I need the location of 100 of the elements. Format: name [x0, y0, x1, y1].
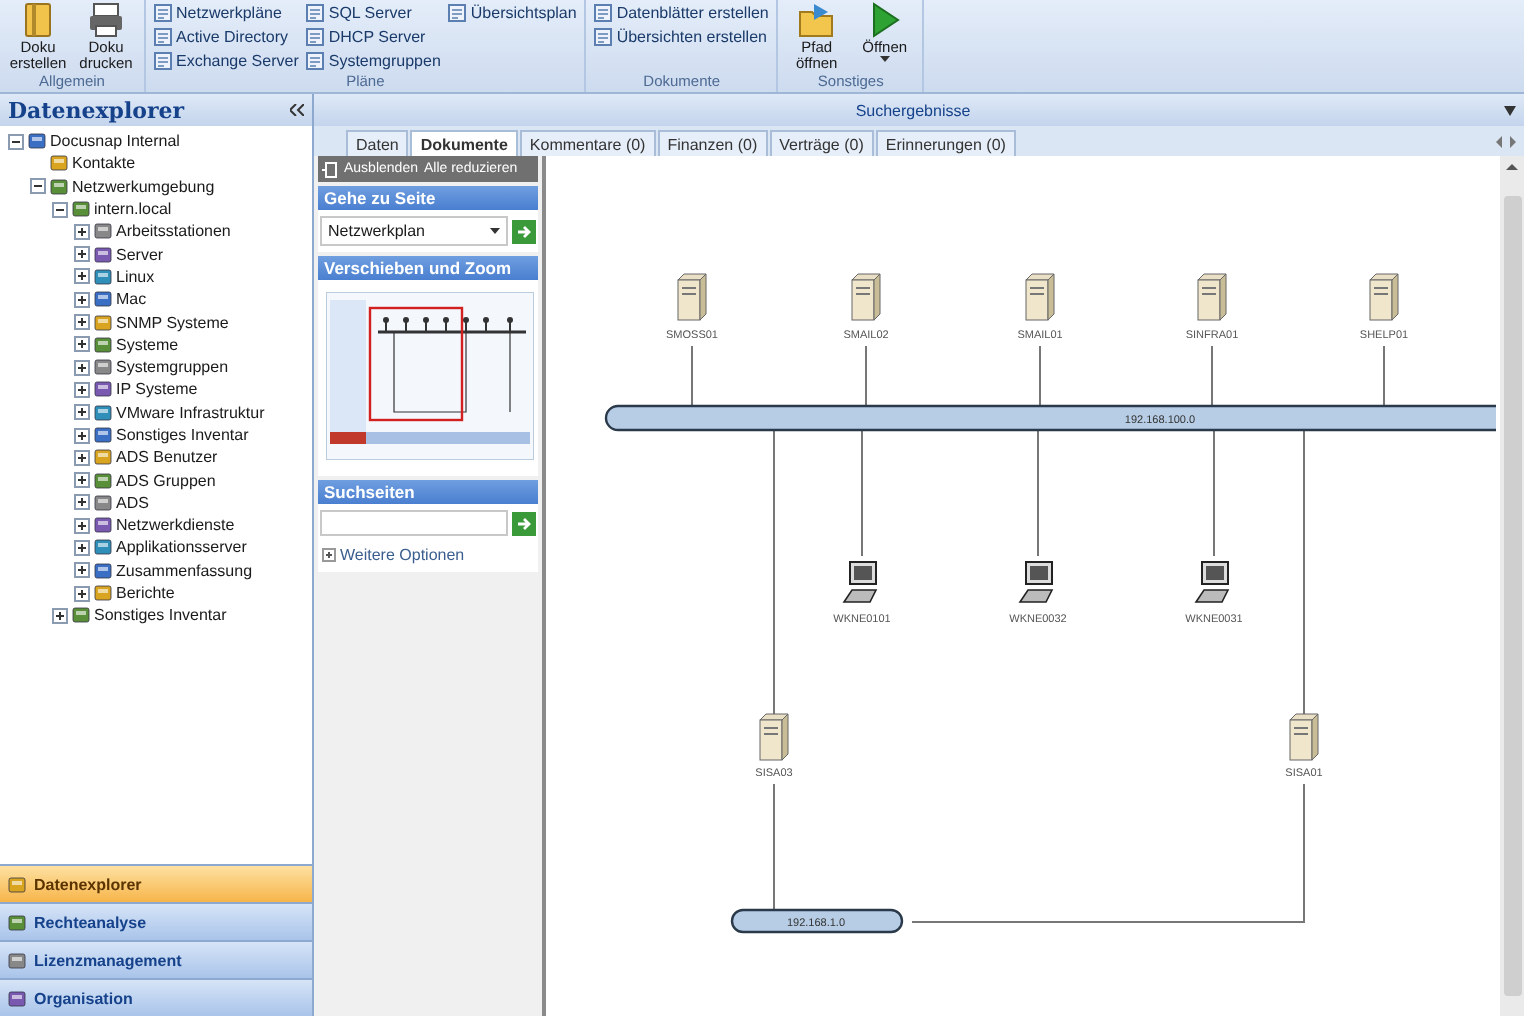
expand-icon[interactable]	[74, 314, 90, 331]
computer-icon	[842, 561, 878, 603]
tree-node-icon	[50, 154, 68, 173]
tree-item[interactable]: Berichte	[116, 584, 175, 603]
expand-icon[interactable]	[74, 472, 90, 489]
tree-node-icon	[94, 335, 112, 354]
tree-item[interactable]: VMware Infrastruktur	[116, 403, 265, 422]
server-icon	[1197, 273, 1227, 321]
expand-icon[interactable]	[74, 268, 90, 285]
ribbon-button[interactable]: Übersichten erstellen	[594, 24, 769, 48]
expand-icon[interactable]	[74, 246, 90, 263]
tree-item[interactable]: Netzwerkumgebung	[72, 177, 215, 196]
go-button[interactable]	[512, 219, 536, 243]
tree-item[interactable]: Netzwerkdienste	[116, 516, 235, 535]
ribbon-button[interactable]: Systemgruppen	[306, 48, 441, 72]
tree-node-icon	[72, 606, 90, 625]
arrow-icon	[516, 223, 532, 239]
tree-item[interactable]: IP Systeme	[116, 380, 198, 399]
ribbon-button[interactable]: Active Directory	[154, 24, 299, 48]
collapse-icon[interactable]	[52, 201, 68, 218]
nav-icon	[8, 951, 26, 969]
expand-icon[interactable]	[52, 607, 68, 624]
nav-button[interactable]: Rechteanalyse	[0, 902, 312, 940]
ribbon-button[interactable]: Übersichtsplan	[448, 0, 577, 24]
tree-item[interactable]: Sonstiges Inventar	[116, 426, 249, 444]
diagram-thumbnail-drawing[interactable]	[326, 292, 534, 460]
tree-item[interactable]: Kontakte	[72, 154, 136, 173]
collapse-icon[interactable]	[30, 178, 46, 195]
expand-icon[interactable]	[74, 359, 90, 376]
panel-title: Suchergebnisse	[853, 101, 973, 119]
connector-line	[1383, 345, 1385, 407]
expand-icon[interactable]	[74, 585, 90, 602]
page-dropdown[interactable]: Netzwerkplan	[320, 216, 508, 246]
tree-item[interactable]: Applikationsserver	[116, 538, 247, 557]
tree-item[interactable]: ADS Gruppen	[116, 471, 216, 490]
page-icon	[594, 27, 613, 45]
tree-node-icon	[94, 358, 112, 377]
nav-button[interactable]: Organisation	[0, 978, 312, 1016]
expand-icon[interactable]	[74, 517, 90, 534]
nav-icon	[8, 913, 26, 931]
tab[interactable]: Finanzen (0)	[657, 130, 768, 156]
page-icon	[448, 3, 467, 21]
tab[interactable]: Dokumente	[410, 130, 518, 156]
scroll-arrows-icon[interactable]	[1496, 136, 1516, 148]
expand-icon[interactable]	[74, 291, 90, 308]
expand-icon[interactable]	[74, 381, 90, 398]
tab[interactable]: Erinnerungen (0)	[875, 130, 1016, 156]
ribbon-button[interactable]: Exchange Server	[154, 48, 299, 72]
tree-item[interactable]: Docusnap Internal	[50, 132, 180, 151]
tab[interactable]: Daten	[346, 130, 409, 156]
expand-icon[interactable]	[74, 562, 90, 579]
tree-item[interactable]: ADS Benutzer	[116, 448, 218, 467]
server-icon	[1289, 713, 1319, 761]
tree-item[interactable]: Arbeitsstationen	[116, 222, 231, 241]
expand-icon[interactable]	[74, 404, 90, 421]
go-button[interactable]	[512, 511, 536, 535]
nav-button[interactable]: Lizenzmanagement	[0, 940, 312, 978]
tree-item[interactable]: Mac	[116, 290, 147, 309]
collapse-icon[interactable]	[8, 133, 24, 150]
tree-item[interactable]: Systeme	[116, 335, 179, 354]
nav-button[interactable]: Datenexplorer	[0, 864, 312, 902]
tree-item[interactable]: Zusammenfassung	[116, 561, 253, 580]
tree-item[interactable]: Sonstiges Inventar	[94, 606, 227, 625]
connector-line	[861, 429, 863, 557]
tree-node-icon	[72, 200, 90, 219]
expand-icon[interactable]	[74, 336, 90, 353]
nav-icon	[8, 875, 26, 893]
expand-icon[interactable]	[74, 223, 90, 240]
ribbon-button[interactable]: Netzwerkpläne	[154, 0, 299, 24]
expand-icon[interactable]	[74, 494, 90, 511]
caret-icon[interactable]	[490, 228, 500, 234]
connector-line	[691, 345, 693, 407]
expand-icon[interactable]	[74, 449, 90, 466]
tree-item[interactable]: SNMP Systeme	[116, 313, 229, 332]
ribbon-button[interactable]: SQL Server	[306, 0, 441, 24]
scrollbar[interactable]	[1500, 156, 1524, 1016]
expand-icon[interactable]	[74, 539, 90, 556]
ribbon-icon	[796, 0, 837, 40]
tab[interactable]: Verträge (0)	[769, 130, 874, 156]
page-icon	[154, 27, 172, 45]
more-options-link[interactable]: Weitere Optionen	[318, 542, 538, 572]
dropdown-icon[interactable]	[1504, 105, 1516, 115]
expand-icon[interactable]	[74, 427, 90, 443]
ribbon-button[interactable]: Datenblätter erstellen	[594, 0, 769, 24]
tree-item[interactable]: intern.local	[94, 200, 172, 219]
search-field[interactable]	[320, 510, 508, 536]
tree-node-icon	[28, 132, 46, 151]
collapse-panel-icon[interactable]	[290, 104, 304, 116]
tree-item[interactable]: Server	[116, 245, 164, 264]
server-icon	[851, 273, 881, 321]
tree-item[interactable]: ADS	[116, 493, 149, 512]
tree-item[interactable]: Linux	[116, 267, 155, 286]
tab[interactable]: Kommentare (0)	[519, 130, 656, 156]
collapse-icon	[322, 161, 338, 177]
tree-item[interactable]: Systemgruppen	[116, 358, 229, 377]
tree-node-icon	[94, 426, 112, 444]
tree-node-icon	[94, 222, 112, 241]
ribbon-button[interactable]: DHCP Server	[306, 24, 441, 48]
tree-node-icon	[94, 538, 112, 557]
arrow-icon	[516, 515, 532, 531]
